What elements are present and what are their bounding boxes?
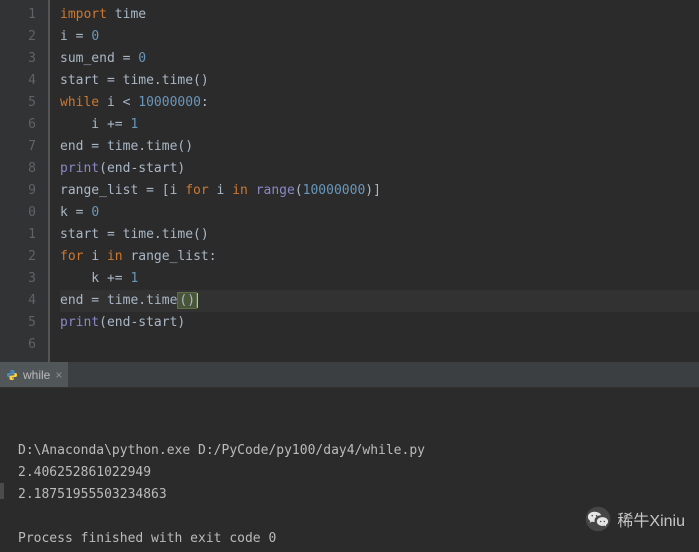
- code-line[interactable]: import time: [60, 4, 699, 26]
- console-line: D:\Anaconda\python.exe D:/PyCode/py100/d…: [18, 440, 699, 462]
- code-line[interactable]: end = time.time(): [60, 290, 699, 312]
- code-line[interactable]: k = 0: [60, 202, 699, 224]
- line-gutter: 1234567890123456: [0, 0, 50, 362]
- code-line[interactable]: for i in range_list:: [60, 246, 699, 268]
- code-line[interactable]: i += 1: [60, 114, 699, 136]
- line-number: 3: [0, 268, 36, 290]
- text-caret: [197, 293, 198, 308]
- watermark: 稀牛Xiniu: [585, 506, 685, 532]
- line-number: 0: [0, 202, 36, 224]
- line-number: 5: [0, 92, 36, 114]
- console-line: 2.406252861022949: [18, 462, 699, 484]
- wechat-icon: [585, 506, 611, 532]
- code-line[interactable]: [60, 334, 699, 356]
- line-number: 7: [0, 136, 36, 158]
- run-tab-bar: while ×: [0, 362, 699, 388]
- line-number: 2: [0, 246, 36, 268]
- code-line[interactable]: i = 0: [60, 26, 699, 48]
- close-icon[interactable]: ×: [55, 368, 62, 382]
- line-number: 6: [0, 334, 36, 356]
- console-line: 2.18751955503234863: [18, 484, 699, 506]
- code-line[interactable]: while i < 10000000:: [60, 92, 699, 114]
- code-line[interactable]: print(end-start): [60, 312, 699, 334]
- line-number: 2: [0, 26, 36, 48]
- code-line[interactable]: start = time.time(): [60, 224, 699, 246]
- watermark-text: 稀牛Xiniu: [617, 507, 685, 531]
- line-number: 5: [0, 312, 36, 334]
- line-number: 1: [0, 224, 36, 246]
- line-number: 3: [0, 48, 36, 70]
- line-number: 8: [0, 158, 36, 180]
- code-editor[interactable]: 1234567890123456 import timei = 0sum_end…: [0, 0, 699, 362]
- line-number: 1: [0, 4, 36, 26]
- code-line[interactable]: start = time.time(): [60, 70, 699, 92]
- code-line[interactable]: print(end-start): [60, 158, 699, 180]
- line-number: 9: [0, 180, 36, 202]
- bracket-highlight: (): [177, 292, 197, 309]
- run-tab-while[interactable]: while ×: [0, 362, 68, 387]
- code-area[interactable]: import timei = 0sum_end = 0start = time.…: [50, 0, 699, 362]
- console-gutter-mark: [0, 483, 4, 499]
- python-icon: [6, 369, 18, 381]
- code-line[interactable]: end = time.time(): [60, 136, 699, 158]
- code-line[interactable]: k += 1: [60, 268, 699, 290]
- code-line[interactable]: sum_end = 0: [60, 48, 699, 70]
- line-number: 6: [0, 114, 36, 136]
- run-tab-label: while: [23, 368, 50, 382]
- line-number: 4: [0, 70, 36, 92]
- line-number: 4: [0, 290, 36, 312]
- code-line[interactable]: range_list = [i for i in range(10000000)…: [60, 180, 699, 202]
